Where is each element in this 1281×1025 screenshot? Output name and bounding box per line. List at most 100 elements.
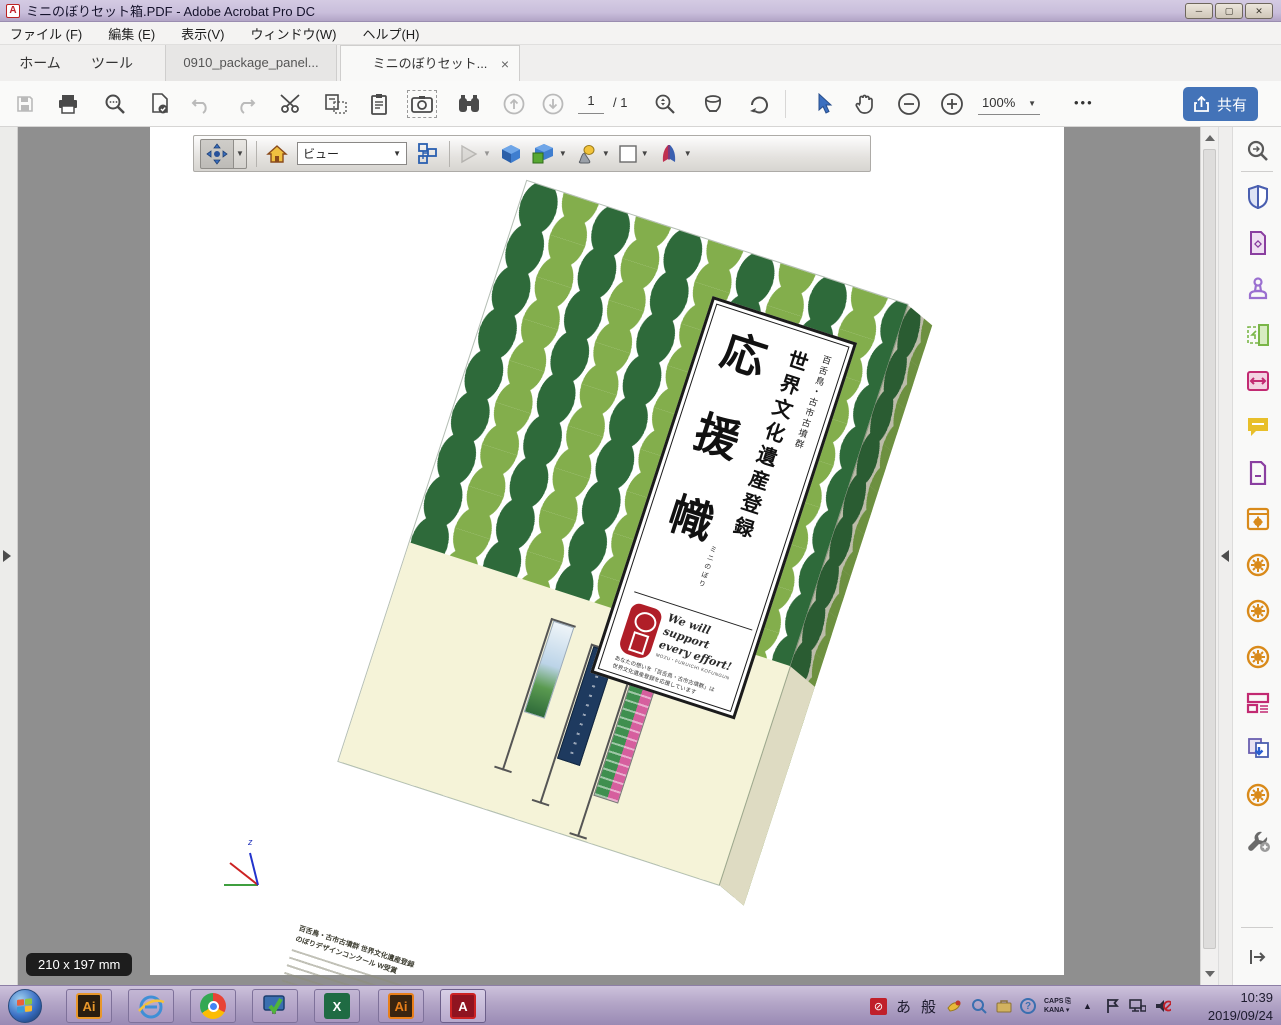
undo-icon[interactable] bbox=[186, 90, 216, 118]
zoom-out-icon[interactable] bbox=[894, 90, 924, 118]
ime-dictionary-icon[interactable] bbox=[970, 998, 987, 1015]
export-pdf-tool[interactable] bbox=[1246, 231, 1270, 255]
binoculars-icon[interactable] bbox=[454, 90, 484, 118]
volume-muted-icon[interactable] bbox=[1154, 998, 1171, 1015]
redo-icon[interactable] bbox=[231, 90, 261, 118]
organize-pages-tool[interactable] bbox=[1246, 323, 1270, 347]
fill-sign-tool[interactable] bbox=[1246, 461, 1270, 485]
scrollbar-thumb[interactable] bbox=[1203, 149, 1216, 949]
collapse-tools-pane-icon[interactable] bbox=[1221, 550, 1229, 562]
close-button[interactable]: ✕ bbox=[1245, 3, 1273, 19]
page-size-tooltip: 210 x 197 mm bbox=[26, 953, 132, 976]
expand-nav-pane-icon[interactable] bbox=[3, 550, 11, 562]
menu-file[interactable]: ファイル (F) bbox=[10, 24, 82, 43]
camera-snapshot-icon[interactable] bbox=[407, 90, 437, 118]
gear-badge-tool-1[interactable] bbox=[1246, 553, 1270, 577]
cross-section-button[interactable]: ▼ bbox=[658, 140, 692, 168]
rich-media-tool[interactable] bbox=[1246, 691, 1270, 715]
action-wizard-tool[interactable] bbox=[1246, 507, 1270, 531]
show-hidden-icons[interactable]: ▲ bbox=[1079, 998, 1096, 1015]
restore-button[interactable]: ▢ bbox=[1215, 3, 1243, 19]
menu-view[interactable]: 表示(V) bbox=[181, 24, 224, 43]
rotate-view-icon[interactable] bbox=[744, 90, 774, 118]
gear-badge-tool-2[interactable] bbox=[1246, 599, 1270, 623]
gear-badge-tool-4[interactable] bbox=[1246, 783, 1270, 807]
action-center-flag-icon[interactable] bbox=[1104, 998, 1121, 1015]
protect-shield-tool[interactable] bbox=[1246, 185, 1270, 209]
tab-close-icon[interactable]: × bbox=[501, 46, 509, 82]
default-view-home-button[interactable] bbox=[266, 140, 288, 168]
hand-pan-icon[interactable] bbox=[850, 90, 880, 118]
loupe-tool-icon[interactable] bbox=[698, 90, 728, 118]
render-mode-button[interactable]: ▼ bbox=[531, 140, 567, 168]
taskbar-illustrator-1[interactable]: Ai bbox=[66, 989, 112, 1023]
cut-scissors-icon[interactable] bbox=[276, 90, 306, 118]
search-redact-tool[interactable] bbox=[1246, 139, 1270, 163]
spellcheck-file-icon[interactable] bbox=[145, 90, 175, 118]
stamp-tool[interactable] bbox=[1246, 277, 1270, 301]
dynamic-zoom-icon[interactable] bbox=[650, 90, 680, 118]
doc-tab-mini-nobori[interactable]: ミニのぼりセット... × bbox=[340, 45, 520, 81]
ime-general-mode[interactable]: 般 bbox=[920, 998, 937, 1015]
taskbar-internet-explorer[interactable] bbox=[128, 989, 174, 1023]
gear-badge-tool-3[interactable] bbox=[1246, 645, 1270, 669]
taskbar-acrobat[interactable]: A bbox=[440, 989, 486, 1023]
background-color-button[interactable]: ▼ bbox=[619, 140, 649, 168]
minimize-button[interactable]: ─ bbox=[1185, 3, 1213, 19]
more-tools-icon[interactable]: ••• bbox=[1074, 95, 1094, 110]
add-tools-wrench[interactable] bbox=[1246, 829, 1270, 853]
ime-hiragana-indicator[interactable]: あ bbox=[895, 998, 912, 1015]
menu-bar: ファイル (F) 編集 (E) 表示(V) ウィンドウ(W) ヘルプ(H) bbox=[0, 22, 1281, 45]
search-icon[interactable] bbox=[100, 90, 130, 118]
orbit-rotate-tool[interactable] bbox=[200, 139, 234, 169]
previous-page-icon[interactable] bbox=[499, 90, 529, 118]
menu-edit[interactable]: 編集 (E) bbox=[108, 24, 155, 43]
ime-toolbox-icon[interactable] bbox=[995, 998, 1012, 1015]
main-toolbar: 1 / 1 100% ▼ ••• 共有 bbox=[0, 81, 1281, 127]
3d-toolbar: ▼ ビュー ▼ ▼ bbox=[193, 135, 871, 172]
page-number-input[interactable]: 1 bbox=[578, 93, 604, 114]
menu-window[interactable]: ウィンドウ(W) bbox=[251, 24, 337, 43]
clipboard-paste-icon[interactable] bbox=[364, 90, 394, 118]
save-icon[interactable] bbox=[10, 90, 40, 118]
compress-pdf-tool[interactable] bbox=[1246, 369, 1270, 393]
ime-help-icon[interactable]: ? bbox=[1020, 998, 1036, 1014]
doc-tab-package-panel[interactable]: 0910_package_panel... bbox=[165, 45, 337, 81]
network-icon[interactable] bbox=[1129, 998, 1146, 1015]
zoom-level-select[interactable]: 100% ▼ bbox=[978, 93, 1040, 115]
select-cursor-icon[interactable] bbox=[809, 90, 839, 118]
vertical-scrollbar[interactable] bbox=[1200, 127, 1218, 985]
expand-tools-pane-icon[interactable] bbox=[1246, 945, 1270, 969]
caps-kana-indicator[interactable]: CAPS ⎘ KANA ▾ bbox=[1044, 997, 1071, 1015]
view-dropdown[interactable]: ビュー ▼ bbox=[297, 142, 407, 165]
taskbar-illustrator-2[interactable]: Ai bbox=[378, 989, 424, 1023]
ime-pad-icon[interactable] bbox=[945, 998, 962, 1015]
model-tree-button[interactable] bbox=[416, 140, 440, 168]
pdf-page[interactable]: ▼ ビュー ▼ ▼ bbox=[150, 127, 1064, 975]
scroll-up-icon[interactable] bbox=[1205, 135, 1215, 141]
scroll-down-icon[interactable] bbox=[1205, 971, 1215, 977]
next-page-icon[interactable] bbox=[538, 90, 568, 118]
document-area[interactable]: ▼ ビュー ▼ ▼ bbox=[18, 127, 1200, 985]
play-animation-button[interactable]: ▼ bbox=[459, 140, 491, 168]
convert-pdf-tool[interactable] bbox=[1246, 737, 1270, 761]
comment-tool[interactable] bbox=[1246, 415, 1270, 439]
title-bar[interactable]: A ミニのぼりセット箱.PDF - Adobe Acrobat Pro DC ─… bbox=[0, 0, 1281, 22]
taskbar-security-app[interactable] bbox=[252, 989, 298, 1023]
default-view-cube-button[interactable] bbox=[500, 140, 522, 168]
tab-tools[interactable]: ツール bbox=[80, 45, 144, 81]
tab-home[interactable]: ホーム bbox=[8, 45, 72, 81]
print-icon[interactable] bbox=[53, 90, 83, 118]
taskbar-excel[interactable]: X bbox=[314, 989, 360, 1023]
taskbar-clock[interactable]: 10:39 2019/09/24 bbox=[1177, 989, 1273, 1024]
3d-package-box[interactable]: 百舌鳥・古市古墳群 世界文化遺産登録 のぼりデザインコンクール W受賞 bbox=[338, 181, 907, 885]
menu-help[interactable]: ヘルプ(H) bbox=[362, 24, 419, 43]
orbit-tool-dropdown[interactable]: ▼ bbox=[234, 139, 247, 169]
ime-off-icon[interactable]: ⊘ bbox=[870, 998, 887, 1015]
share-button[interactable]: 共有 bbox=[1183, 87, 1258, 121]
taskbar-chrome[interactable] bbox=[190, 989, 236, 1023]
start-button[interactable] bbox=[8, 989, 42, 1023]
lighting-lamp-button[interactable]: ▼ bbox=[576, 140, 610, 168]
zoom-in-icon[interactable] bbox=[937, 90, 967, 118]
copy-snapshot-icon[interactable] bbox=[321, 90, 351, 118]
